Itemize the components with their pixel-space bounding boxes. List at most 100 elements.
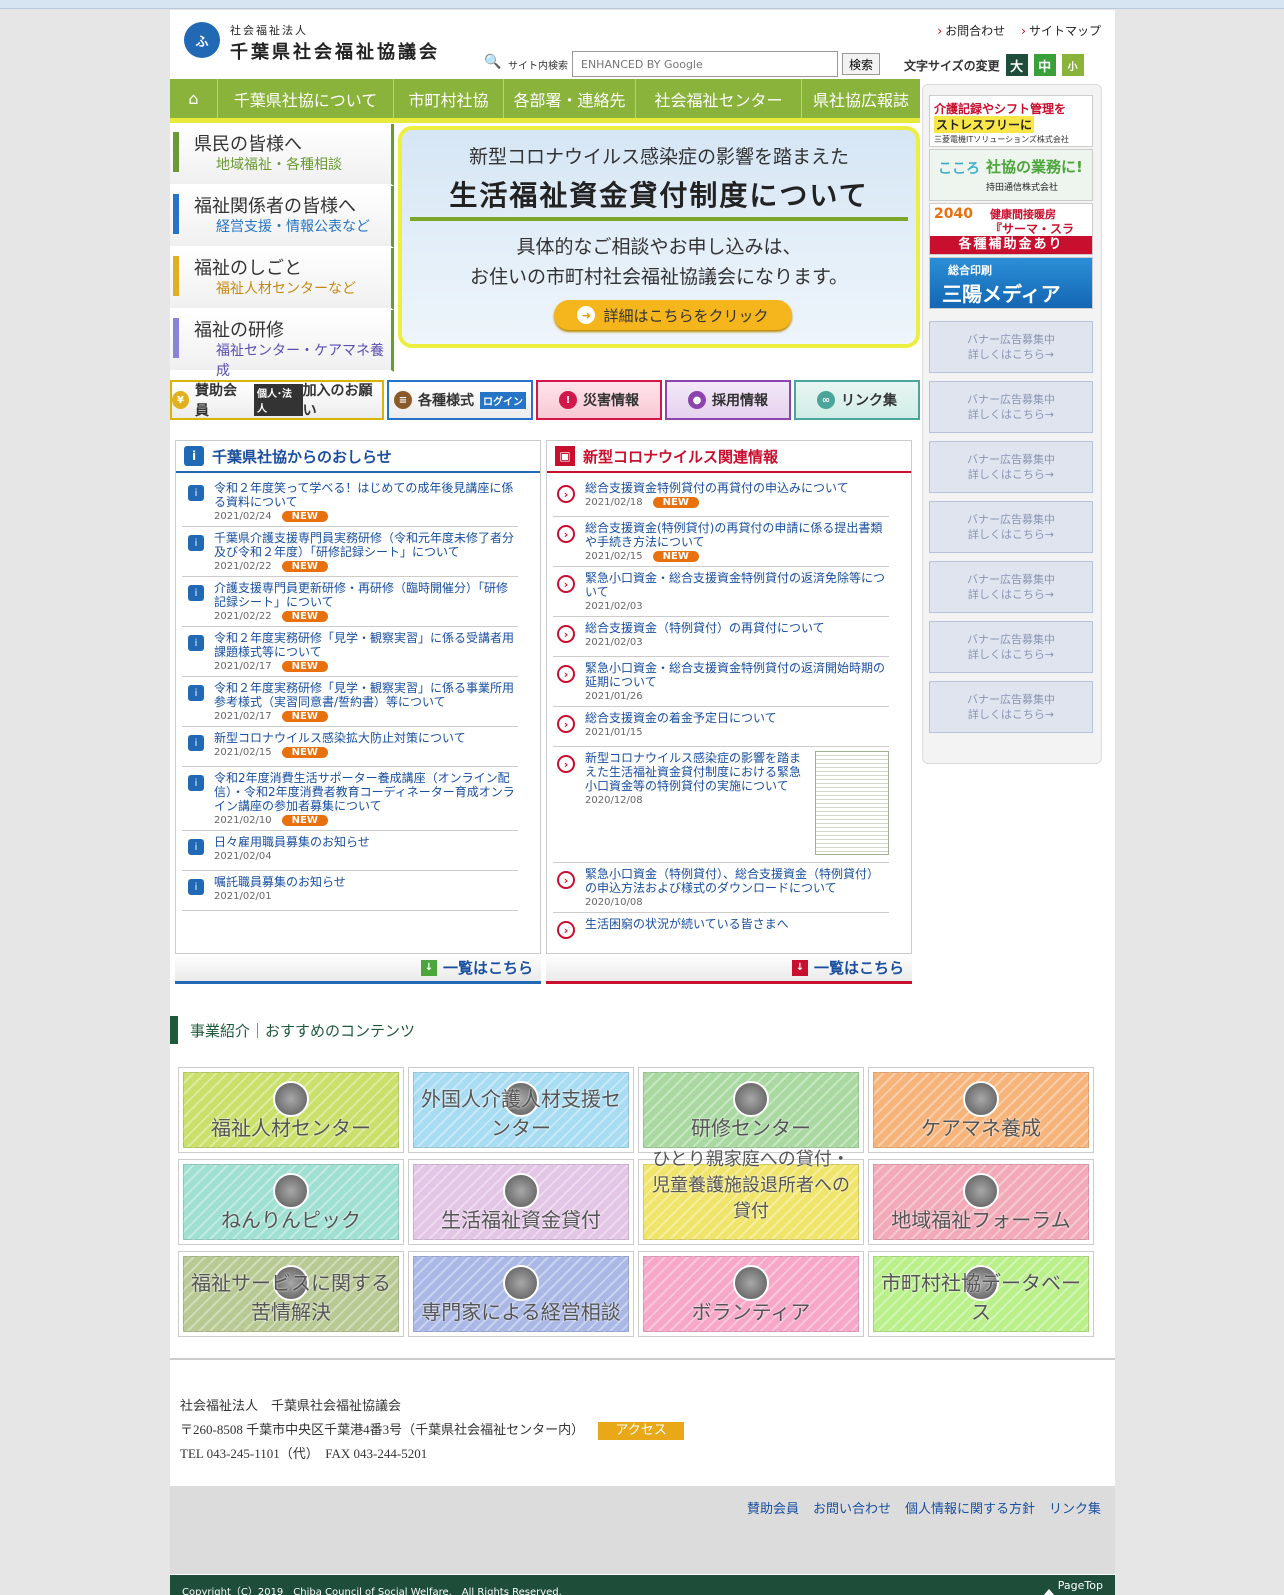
qb-label: リンク集	[841, 393, 897, 409]
nav-item-municipal[interactable]: 市町村社協	[394, 79, 504, 118]
nav-item-departments[interactable]: 各部署・連絡先	[504, 79, 636, 118]
news-item-meta: 2021/02/22 NEW	[214, 611, 518, 622]
content-tile[interactable]: ねんりんピック	[178, 1159, 404, 1245]
news-item[interactable]: › 生活困窮の状況が続いている皆さまへ	[553, 913, 889, 947]
ad-placeholder-banner[interactable]: バナー広告募集中 詳しくはこちら→	[929, 441, 1093, 493]
search-input[interactable]	[572, 51, 838, 77]
ad-text: 三菱電機ITソリューションズ株式会社	[934, 135, 1069, 144]
content-tile[interactable]: 外国人介護人材支援センター	[408, 1067, 634, 1153]
ad-text: 三陽メディア	[942, 282, 1061, 306]
ad-text: 介護記録やシフト管理を	[934, 102, 1067, 116]
new-badge: NEW	[652, 497, 699, 508]
footer-link-privacy[interactable]: 個人情報に関する方針	[905, 1498, 1035, 1517]
menu-item-residents[interactable]: 県民の皆様へ 地域福祉・各種相談	[170, 124, 394, 186]
content-tile[interactable]: 生活福祉資金貸付	[408, 1159, 634, 1245]
ad-placeholder-banner[interactable]: バナー広告募集中 詳しくはこちら→	[929, 501, 1093, 553]
menu-item-jobs[interactable]: 福祉のしごと 福祉人材センターなど	[170, 248, 394, 310]
info-icon: i	[188, 585, 204, 601]
qb-label2: 加入のお願い	[302, 383, 373, 419]
news-item[interactable]: › 総合支援資金の着金予定日について 2021/01/15	[553, 707, 889, 747]
font-size-medium-button[interactable]: 中	[1033, 54, 1056, 76]
news-more-link[interactable]: ↓ 一覧はこちら	[175, 954, 541, 984]
content-tile[interactable]: 専門家による経営相談	[408, 1251, 634, 1337]
ad-placeholder-banner[interactable]: バナー広告募集中 詳しくはこちら→	[929, 321, 1093, 373]
news-item[interactable]: › 新型コロナウイルス感染症の影響を踏まえた生活福祉資金貸付制度における緊急小口資…	[553, 747, 889, 863]
news-item[interactable]: i 令和２年度笑って学べる！はじめての成年後見講座に係る資料について 2021/02…	[182, 477, 518, 527]
content-tile[interactable]: 地域福祉フォーラム	[868, 1159, 1094, 1245]
sitemap-link[interactable]: サイトマップ	[1021, 22, 1101, 39]
ad-placeholder-banner[interactable]: バナー広告募集中 詳しくはこちら→	[929, 561, 1093, 613]
disaster-info-button[interactable]: ! 災害情報	[536, 380, 662, 420]
content-tile[interactable]: 福祉サービスに関する苦情解決	[178, 1251, 404, 1337]
new-badge: NEW	[281, 747, 328, 758]
forms-login-button[interactable]: ≡ 各種様式 ログイン	[387, 380, 533, 420]
page-top-link[interactable]: PageTop	[1058, 1579, 1103, 1592]
nav-item-welfare-center[interactable]: 社会福祉センター	[636, 79, 802, 118]
news-item[interactable]: › 総合支援資金特例貸付の再貸付の申込みについて 2021/02/18 NEW	[553, 477, 889, 517]
search-button[interactable]: 検索	[842, 53, 880, 75]
nav-item-about[interactable]: 千葉県社協について	[218, 79, 394, 118]
news-item[interactable]: i 令和2年度消費生活サポーター養成講座（オンライン配信）・令和2年度消費者教育コ…	[182, 767, 518, 831]
news-item[interactable]: i 介護支援専門員更新研修・再研修（臨時開催分）「研修記録シート」について 2021…	[182, 577, 518, 627]
ad-placeholder-banner[interactable]: バナー広告募集中 詳しくはこちら→	[929, 681, 1093, 733]
banner-button-label: 詳細はこちらをクリック	[603, 306, 769, 325]
news-item[interactable]: i 令和２年度実務研修「見学・観察実習」に係る事業所用参考様式（実習同意書/誓約書…	[182, 677, 518, 727]
download-arrow-icon: ↓	[791, 959, 808, 976]
menu-item-professionals[interactable]: 福祉関係者の皆様へ 経営支援・情報公表など	[170, 186, 394, 248]
access-button[interactable]: アクセス	[598, 1422, 685, 1440]
footer-link-member[interactable]: 賛助会員	[747, 1498, 799, 1517]
banner-line3: 具体的なご相談やお申し込みは、	[516, 236, 802, 258]
news-item-date: 2021/02/03	[585, 637, 643, 648]
news-item[interactable]: i 新型コロナウイルス感染拡大防止対策について 2021/02/15 NEW	[182, 727, 518, 767]
piggy-bank-icon: ¥	[172, 391, 190, 409]
news-item[interactable]: › 緊急小口資金・総合支援資金特例貸付の返済免除等について 2021/02/03	[553, 567, 889, 617]
news-item-title: 介護支援専門員更新研修・再研修（臨時開催分）「研修記録シート」について	[214, 581, 509, 609]
covid-more-link[interactable]: ↓ 一覧はこちら	[546, 954, 912, 984]
font-size-small-button[interactable]: 小	[1061, 54, 1084, 76]
links-button[interactable]: ∞ リンク集	[794, 380, 920, 420]
menu-accent-bar	[173, 132, 179, 172]
ad-placeholder-banner[interactable]: バナー広告募集中 詳しくはこちら→	[929, 381, 1093, 433]
supporting-member-button[interactable]: ¥ 賛助会員 個人･法人 加入のお願い	[170, 380, 384, 420]
content-tile[interactable]: 市町村社協データベース	[868, 1251, 1094, 1337]
contact-link[interactable]: お問合わせ	[937, 22, 1005, 39]
nav-item-magazine[interactable]: 県社協広報誌	[802, 79, 920, 118]
content-tile[interactable]: 福祉人材センター	[178, 1067, 404, 1153]
content-tile[interactable]: 研修センター	[638, 1067, 864, 1153]
covid-loan-banner[interactable]: 新型コロナウイルス感染症の影響を踏まえた 生活福祉資金貸付制度について 具体的な…	[398, 126, 920, 348]
tile-label: ひとり親家庭への貸付・児童養護施設退所者への貸付	[652, 1149, 850, 1222]
ad-banner-sanyo-media[interactable]: 総合印刷 三陽メディア	[929, 257, 1093, 309]
content-tile[interactable]: ケアマネ養成	[868, 1067, 1094, 1153]
ad-placeholder-banner[interactable]: バナー広告募集中 詳しくはこちら→	[929, 621, 1093, 673]
recruit-info-button[interactable]: ● 採用情報	[665, 380, 791, 420]
home-icon[interactable]: ⌂	[170, 79, 218, 118]
news-item-meta: 2021/01/26	[585, 691, 889, 702]
font-size-large-button[interactable]: 大	[1005, 54, 1028, 76]
content-tile[interactable]: ボランティア	[638, 1251, 864, 1337]
ad-banner-therma-slab[interactable]: 2040 健康間接暖房 『サーマ・スラブ』 各種補助金あり	[929, 203, 1093, 255]
chevron-right-icon: ›	[557, 755, 575, 773]
tile-inner: ひとり親家庭への貸付・児童養護施設退所者への貸付	[643, 1149, 859, 1240]
news-item-meta: 2021/02/01	[214, 891, 518, 902]
news-item[interactable]: i 千葉県介護支援専門員実務研修（令和元年度未修了者分及び令和２年度）「研修記録シ…	[182, 527, 518, 577]
ad-banner-care-record[interactable]: 介護記録やシフト管理を ストレスフリーに 三菱電機ITソリューションズ株式会社	[929, 95, 1093, 147]
footer-link-contact[interactable]: お問い合わせ	[813, 1498, 891, 1517]
info-icon: i	[188, 685, 204, 701]
news-item[interactable]: › 総合支援資金（特例貸付）の再貸付について 2021/02/03	[553, 617, 889, 657]
footer-link-links[interactable]: リンク集	[1049, 1498, 1101, 1517]
news-item[interactable]: › 総合支援資金(特例貸付)の再貸付の申請に係る提出書類や手続き方法について 202…	[553, 517, 889, 567]
chevron-right-icon: ›	[557, 715, 575, 733]
banner-details-button[interactable]: ➜ 詳細はこちらをクリック	[554, 300, 792, 330]
ad-banner-kokoro[interactable]: こころ 社協の業務に! 持田通信株式会社	[929, 149, 1093, 201]
news-item[interactable]: › 緊急小口資金・総合支援資金特例貸付の返済開始時期の延期について 2021/01/…	[553, 657, 889, 707]
content-tile[interactable]: ひとり親家庭への貸付・児童養護施設退所者への貸付	[638, 1149, 864, 1245]
info-icon: i	[188, 879, 204, 895]
menu-item-training[interactable]: 福祉の研修 福祉センター・ケアマネ養成	[170, 310, 394, 379]
news-item[interactable]: i 嘱託職員募集のお知らせ 2021/02/01	[182, 871, 518, 911]
site-logo[interactable]: ふ 社会福祉法人 千葉県社会福祉協議会	[184, 20, 474, 64]
news-item[interactable]: › 緊急小口資金（特例貸付）、総合支援資金（特例貸付）の申込方法および様式のダウン…	[553, 863, 889, 913]
news-item[interactable]: i 令和２年度実務研修「見学・観察実習」に係る受講者用課題様式等について 2021/…	[182, 627, 518, 677]
qb-label: 採用情報	[712, 393, 768, 409]
news-item[interactable]: i 日々雇用職員募集のお知らせ 2021/02/04	[182, 831, 518, 871]
document-thumbnail[interactable]	[815, 751, 889, 855]
